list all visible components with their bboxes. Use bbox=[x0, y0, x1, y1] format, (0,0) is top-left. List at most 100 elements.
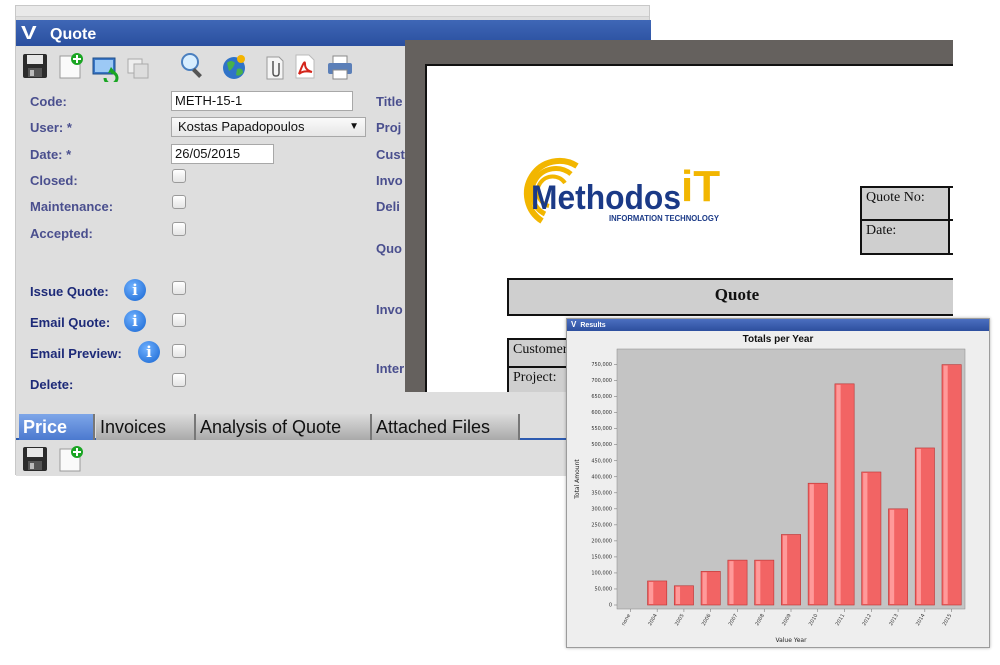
info-icon[interactable]: i bbox=[124, 279, 146, 301]
x-tick-label: 2009 bbox=[781, 613, 793, 627]
bar-highlight bbox=[943, 365, 948, 604]
code-label: Code: bbox=[30, 94, 67, 109]
bar-highlight bbox=[782, 535, 788, 604]
window-title: Quote bbox=[50, 26, 97, 43]
totals-per-year-chart: Totals per Year 0 50,000 100,000 150,000 200… bbox=[574, 334, 966, 644]
bar-highlight bbox=[916, 448, 921, 604]
bar-highlight bbox=[836, 384, 841, 604]
bar-highlight bbox=[889, 509, 895, 604]
x-axis: none 2004 2005 2006 2007 2008 2009 2010 2011 2012… bbox=[621, 609, 954, 627]
app-logo-icon: V bbox=[21, 23, 37, 43]
new-document-icon[interactable] bbox=[56, 445, 84, 473]
x-axis-label: Value Year bbox=[775, 637, 807, 644]
user-select[interactable]: Kostas Papadopoulos ▼ bbox=[171, 117, 366, 137]
y-tick-label: 550,000 bbox=[591, 426, 612, 432]
bar-highlight bbox=[675, 586, 681, 604]
globe-icon[interactable] bbox=[221, 53, 249, 81]
tab-attached-files[interactable]: Attached Files bbox=[372, 414, 520, 440]
invoice-label: Invo bbox=[376, 173, 403, 188]
x-tick-label: 2014 bbox=[915, 613, 927, 627]
attachment-icon[interactable] bbox=[261, 53, 289, 81]
quote-notes-label: Quo bbox=[376, 241, 402, 256]
date-input[interactable]: 26/05/2015 bbox=[171, 144, 274, 164]
x-tick-label: 2008 bbox=[754, 613, 766, 627]
delete-checkbox[interactable] bbox=[172, 373, 186, 387]
bar-highlight bbox=[863, 472, 868, 604]
y-tick-label: 300,000 bbox=[591, 506, 612, 512]
copy-icon[interactable] bbox=[124, 54, 152, 82]
bar-highlight bbox=[649, 581, 654, 604]
x-tick-label: 2005 bbox=[674, 613, 686, 627]
refresh-icon[interactable] bbox=[91, 54, 119, 82]
app-logo-icon: V bbox=[571, 320, 577, 329]
user-label: User: * bbox=[30, 120, 72, 135]
bar-highlight bbox=[702, 572, 707, 604]
tab-analysis-of-quote[interactable]: Analysis of Quote bbox=[196, 414, 372, 440]
results-titlebar: V Results bbox=[567, 319, 989, 331]
y-tick-label: 0 bbox=[609, 603, 612, 609]
price-toolbar bbox=[16, 442, 651, 476]
x-tick-label: 2015 bbox=[942, 613, 954, 627]
closed-checkbox[interactable] bbox=[172, 169, 186, 183]
window-top-strip bbox=[16, 6, 649, 17]
tab-invoices[interactable]: Invoices bbox=[96, 414, 196, 440]
x-tick-label: 2012 bbox=[861, 613, 873, 627]
y-tick-label: 650,000 bbox=[591, 394, 612, 400]
maintenance-label: Maintenance: bbox=[30, 199, 114, 214]
report-heading: Quote bbox=[507, 278, 953, 316]
logo-tagline: INFORMATION TECHNOLOGY bbox=[609, 214, 720, 223]
y-tick-label: 700,000 bbox=[591, 378, 612, 384]
delivery-label: Deli bbox=[376, 199, 400, 214]
info-icon[interactable]: i bbox=[124, 310, 146, 332]
y-tick-label: 400,000 bbox=[591, 474, 612, 480]
save-icon[interactable] bbox=[21, 52, 49, 80]
tab-price[interactable]: Price bbox=[19, 414, 95, 440]
maintenance-checkbox[interactable] bbox=[172, 195, 186, 209]
y-tick-label: 200,000 bbox=[591, 538, 612, 544]
issue-quote-label: Issue Quote: bbox=[30, 284, 109, 299]
quote-toolbar bbox=[16, 48, 416, 84]
email-quote-label: Email Quote: bbox=[30, 315, 111, 330]
issue-quote-checkbox[interactable] bbox=[172, 281, 186, 295]
user-select-value: Kostas Papadopoulos bbox=[178, 119, 305, 134]
x-tick-label: 2006 bbox=[701, 613, 713, 627]
quote-no-label: Quote No: bbox=[860, 186, 950, 221]
print-icon[interactable] bbox=[326, 53, 354, 81]
results-window: V Results Totals per Year 0 50,000 100,000 1… bbox=[566, 318, 990, 648]
y-tick-label: 350,000 bbox=[591, 490, 612, 496]
save-icon[interactable] bbox=[21, 445, 49, 473]
bar-highlight bbox=[729, 561, 734, 604]
closed-label: Closed: bbox=[30, 173, 78, 188]
pdf-icon[interactable] bbox=[291, 52, 319, 80]
y-tick-label: 50,000 bbox=[595, 586, 613, 592]
desktop-collage: V Quote Code: METH-15-1 User: * Kostas P… bbox=[0, 0, 1000, 665]
x-tick-label: none bbox=[621, 613, 632, 627]
date-value bbox=[948, 219, 953, 255]
chart-title: Totals per Year bbox=[743, 334, 814, 345]
y-tick-label: 100,000 bbox=[591, 570, 612, 576]
accepted-label: Accepted: bbox=[30, 226, 93, 241]
delete-label: Delete: bbox=[30, 377, 74, 392]
y-tick-label: 750,000 bbox=[591, 362, 612, 368]
x-tick-label: 2004 bbox=[647, 613, 659, 627]
search-icon[interactable] bbox=[179, 51, 207, 79]
email-preview-label: Email Preview: bbox=[30, 346, 122, 361]
email-preview-checkbox[interactable] bbox=[172, 344, 186, 358]
title-label: Title bbox=[376, 94, 403, 109]
new-document-icon[interactable] bbox=[56, 52, 84, 80]
tab-bar: Price Invoices Analysis of Quote Attache… bbox=[16, 410, 651, 440]
logo-accent: iT bbox=[681, 162, 720, 211]
invoice-notes-label: Invo bbox=[376, 302, 403, 317]
company-logo: Methodos iT INFORMATION TECHNOLOGY bbox=[523, 157, 720, 224]
y-axis-label: Total Amount bbox=[574, 459, 581, 500]
chevron-down-icon: ▼ bbox=[349, 121, 359, 132]
x-tick-label: 2013 bbox=[888, 613, 900, 627]
accepted-checkbox[interactable] bbox=[172, 222, 186, 236]
x-tick-label: 2010 bbox=[808, 613, 820, 627]
code-input[interactable]: METH-15-1 bbox=[171, 91, 353, 111]
y-tick-label: 500,000 bbox=[591, 442, 612, 448]
x-tick-label: 2007 bbox=[728, 613, 740, 627]
info-icon[interactable]: i bbox=[138, 341, 160, 363]
email-quote-checkbox[interactable] bbox=[172, 313, 186, 327]
customer-label: Cust bbox=[376, 147, 405, 162]
